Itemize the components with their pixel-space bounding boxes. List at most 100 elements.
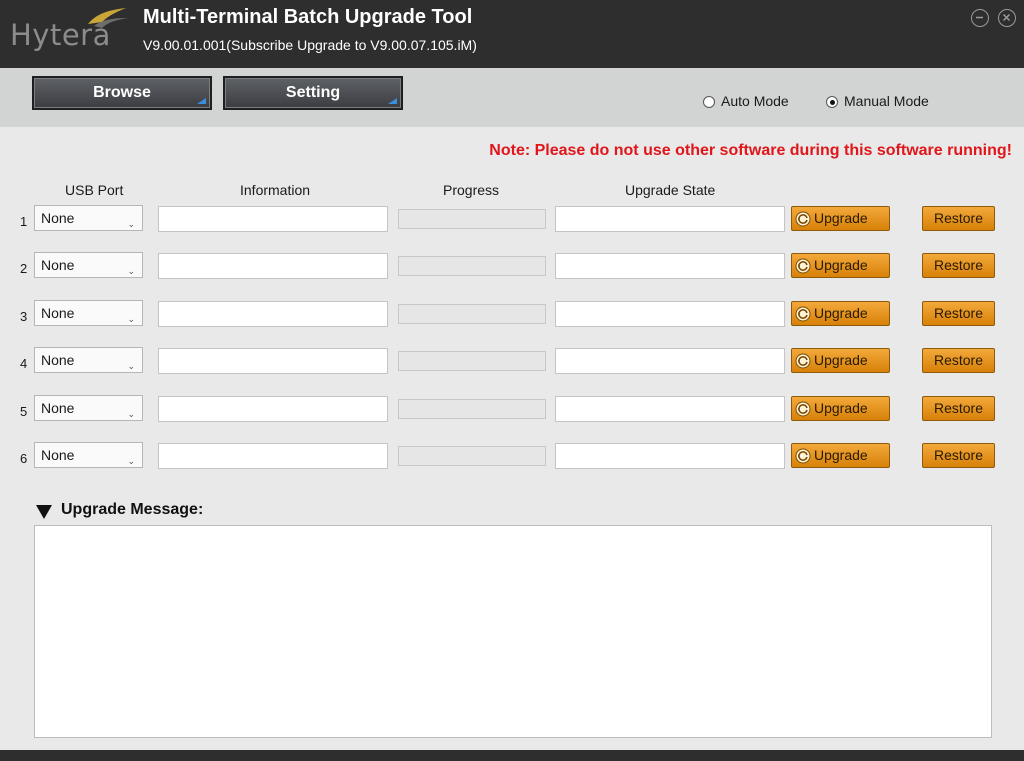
usb-port-value: None: [41, 447, 75, 463]
upgrade-button[interactable]: Upgrade: [791, 301, 890, 326]
setting-button[interactable]: Setting: [223, 76, 403, 110]
restore-button[interactable]: Restore: [922, 301, 995, 326]
radio-selected-icon: [826, 96, 838, 108]
information-field[interactable]: [158, 396, 388, 422]
restore-button[interactable]: Restore: [922, 396, 995, 421]
manual-mode-label: Manual Mode: [844, 93, 929, 109]
progress-bar: [398, 209, 546, 229]
progress-bar: [398, 446, 546, 466]
usb-port-select[interactable]: None ⌄: [34, 347, 143, 373]
restore-label: Restore: [933, 447, 984, 463]
usb-port-select[interactable]: None ⌄: [34, 252, 143, 278]
chevron-down-icon: ⌄: [127, 361, 135, 371]
bottom-bar: [0, 750, 1024, 761]
close-icon: [1002, 13, 1011, 22]
title-bar: Hytera Multi-Terminal Batch Upgrade Tool…: [0, 0, 1024, 68]
restore-label: Restore: [933, 257, 984, 273]
upgrade-icon: [795, 306, 811, 322]
upgrade-label: Upgrade: [814, 305, 868, 321]
usb-port-select[interactable]: None ⌄: [34, 205, 143, 231]
information-field[interactable]: [158, 253, 388, 279]
browse-label: Browse: [93, 84, 151, 101]
restore-button[interactable]: Restore: [922, 443, 995, 468]
auto-mode-label: Auto Mode: [721, 93, 789, 109]
corner-arrow-icon: [388, 98, 397, 104]
device-row: 1 None ⌄ Upgrade Restore: [0, 205, 1024, 233]
collapse-triangle-icon[interactable]: [36, 505, 52, 519]
upgrade-button[interactable]: Upgrade: [791, 443, 890, 468]
setting-label: Setting: [285, 84, 341, 101]
upgrade-state-field[interactable]: [555, 206, 785, 232]
upgrade-label: Upgrade: [814, 210, 868, 226]
information-field[interactable]: [158, 206, 388, 232]
usb-port-value: None: [41, 352, 75, 368]
device-row: 3 None ⌄ Upgrade Restore: [0, 300, 1024, 328]
row-number: 3: [20, 309, 28, 324]
upgrade-label: Upgrade: [814, 257, 868, 273]
minimize-button[interactable]: [971, 9, 989, 27]
chevron-down-icon: ⌄: [127, 314, 135, 324]
usb-port-value: None: [41, 210, 75, 226]
upgrade-message-box[interactable]: [34, 525, 992, 738]
upgrade-button[interactable]: Upgrade: [791, 206, 890, 231]
upgrade-icon: [795, 448, 811, 464]
information-field[interactable]: [158, 443, 388, 469]
device-row: 6 None ⌄ Upgrade Restore: [0, 442, 1024, 470]
row-number: 5: [20, 404, 28, 419]
upgrade-icon: [795, 401, 811, 417]
manual-mode-radio[interactable]: Manual Mode: [826, 93, 929, 109]
warning-note: Note: Please do not use other software d…: [489, 142, 1012, 159]
row-number: 6: [20, 451, 28, 466]
restore-button[interactable]: Restore: [922, 348, 995, 373]
restore-button[interactable]: Restore: [922, 206, 995, 231]
restore-label: Restore: [933, 210, 984, 226]
restore-label: Restore: [933, 400, 984, 416]
column-header-upgrade-state: Upgrade State: [625, 182, 716, 198]
usb-port-value: None: [41, 400, 75, 416]
minimize-icon: [976, 16, 983, 19]
restore-button[interactable]: Restore: [922, 253, 995, 278]
upgrade-message-label: Upgrade Message:: [61, 501, 204, 518]
restore-label: Restore: [933, 352, 984, 368]
progress-bar: [398, 351, 546, 371]
chevron-down-icon: ⌄: [127, 456, 135, 466]
upgrade-icon: [795, 258, 811, 274]
information-field[interactable]: [158, 348, 388, 374]
upgrade-button[interactable]: Upgrade: [791, 396, 890, 421]
toolbar: Browse Setting Auto Mode Manual Mode: [0, 68, 1024, 127]
upgrade-button[interactable]: Upgrade: [791, 348, 890, 373]
app-version: V9.00.01.001(Subscribe Upgrade to V9.00.…: [143, 37, 477, 53]
auto-mode-radio[interactable]: Auto Mode: [703, 93, 789, 109]
upgrade-state-field[interactable]: [555, 348, 785, 374]
chevron-down-icon: ⌄: [127, 409, 135, 419]
upgrade-icon: [795, 353, 811, 369]
upgrade-state-field[interactable]: [555, 396, 785, 422]
device-row: 4 None ⌄ Upgrade Restore: [0, 347, 1024, 375]
column-header-information: Information: [240, 182, 311, 198]
usb-port-select[interactable]: None ⌄: [34, 442, 143, 468]
column-header-progress: Progress: [443, 182, 500, 198]
restore-label: Restore: [933, 305, 984, 321]
upgrade-state-field[interactable]: [555, 253, 785, 279]
close-button[interactable]: [998, 9, 1016, 27]
upgrade-state-field[interactable]: [555, 301, 785, 327]
radio-empty-icon: [703, 96, 715, 108]
upgrade-button[interactable]: Upgrade: [791, 253, 890, 278]
progress-bar: [398, 256, 546, 276]
upgrade-label: Upgrade: [814, 400, 868, 416]
browse-button[interactable]: Browse: [32, 76, 212, 110]
chevron-down-icon: ⌄: [127, 219, 135, 229]
row-number: 2: [20, 261, 28, 276]
upgrade-state-field[interactable]: [555, 443, 785, 469]
progress-bar: [398, 304, 546, 324]
usb-port-select[interactable]: None ⌄: [34, 395, 143, 421]
usb-port-select[interactable]: None ⌄: [34, 300, 143, 326]
main-panel: Note: Please do not use other software d…: [0, 127, 1024, 750]
logo-bird-icon: [88, 8, 128, 28]
upgrade-label: Upgrade: [814, 447, 868, 463]
column-header-usb-port: USB Port: [65, 182, 124, 198]
information-field[interactable]: [158, 301, 388, 327]
upgrade-label: Upgrade: [814, 352, 868, 368]
upgrade-icon: [795, 211, 811, 227]
row-number: 1: [20, 214, 28, 229]
